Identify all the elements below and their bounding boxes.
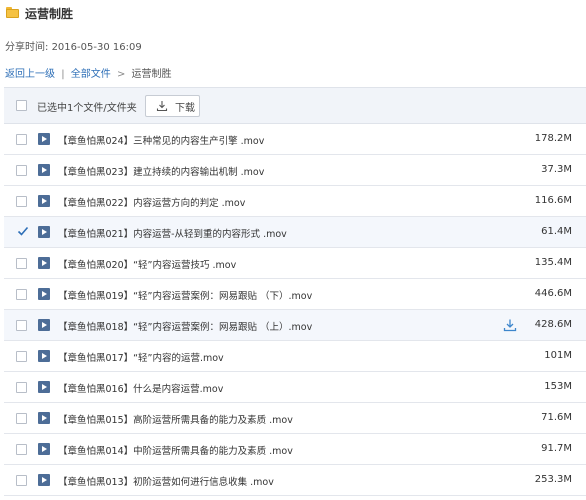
file-row[interactable]: 【章鱼怕黑013】初阶运营如何进行信息收集 .mov 253.3M <box>4 465 586 496</box>
file-name[interactable]: 【章鱼怕黑015】高阶运营所需具备的能力及素质 .mov <box>58 412 293 426</box>
back-link[interactable]: 返回上一级 <box>5 69 55 80</box>
file-size: 153M <box>544 381 572 392</box>
video-file-icon <box>38 257 50 269</box>
file-row[interactable]: 【章鱼怕黑022】内容运营方向的判定 .mov 116.6M <box>4 186 586 217</box>
video-file-icon <box>38 133 50 145</box>
file-size: 446.6M <box>534 288 572 299</box>
breadcrumb-current: 运营制胜 <box>131 69 172 80</box>
file-size: 101M <box>544 350 572 361</box>
file-name[interactable]: 【章鱼怕黑017】“轻”内容的运营.mov <box>58 350 224 364</box>
file-name[interactable]: 【章鱼怕黑022】内容运营方向的判定 .mov <box>58 195 245 209</box>
share-time-label: 分享时间: <box>5 42 49 53</box>
file-size: 71.6M <box>541 412 572 423</box>
video-file-icon <box>38 164 50 176</box>
file-row[interactable]: 【章鱼怕黑019】“轻”内容运营案例：网易跟贴 （下）.mov 446.6M <box>4 279 586 310</box>
file-row[interactable]: 【章鱼怕黑024】三种常见的内容生产引擎 .mov 178.2M <box>4 124 586 155</box>
file-checkbox[interactable] <box>16 351 27 362</box>
file-name[interactable]: 【章鱼怕黑018】“轻”内容运营案例：网易跟贴 （上）.mov <box>58 319 312 333</box>
file-checkbox[interactable] <box>16 320 27 331</box>
file-checkbox[interactable] <box>16 134 27 145</box>
file-name[interactable]: 【章鱼怕黑021】内容运营-从轻到重的内容形式 .mov <box>58 226 287 240</box>
all-files-link[interactable]: 全部文件 <box>71 69 111 80</box>
file-name[interactable]: 【章鱼怕黑014】中阶运营所需具备的能力及素质 .mov <box>58 443 293 457</box>
share-time: 分享时间: 2016-05-30 16:09 <box>5 38 142 53</box>
download-button[interactable]: 下载 <box>145 95 200 117</box>
file-size: 135.4M <box>534 257 572 268</box>
file-checkbox[interactable] <box>16 165 27 176</box>
file-checkbox[interactable] <box>16 258 27 269</box>
file-size: 428.6M <box>534 319 572 330</box>
file-name[interactable]: 【章鱼怕黑016】什么是内容运营.mov <box>58 381 223 395</box>
file-rows: 【章鱼怕黑024】三种常见的内容生产引擎 .mov 178.2M 【章鱼怕黑023】… <box>4 124 586 496</box>
video-file-icon <box>38 195 50 207</box>
folder-icon <box>6 7 19 18</box>
file-name[interactable]: 【章鱼怕黑013】初阶运营如何进行信息收集 .mov <box>58 474 274 488</box>
file-name[interactable]: 【章鱼怕黑023】建立持续的内容输出机制 .mov <box>58 164 264 178</box>
file-checkbox[interactable] <box>16 475 27 486</box>
file-row[interactable]: 【章鱼怕黑021】内容运营-从轻到重的内容形式 .mov 61.4M <box>4 217 586 248</box>
row-download-icon[interactable] <box>503 318 517 332</box>
file-list: 已选中1个文件/文件夹 下载 【章鱼怕黑024】三种常见的内容生产引擎 .mov… <box>4 87 586 496</box>
breadcrumb-separator: | <box>61 69 65 80</box>
video-file-icon <box>38 226 50 238</box>
video-file-icon <box>38 412 50 424</box>
breadcrumb-arrow: > <box>116 69 126 80</box>
file-checkbox[interactable] <box>16 413 27 424</box>
file-row[interactable]: 【章鱼怕黑018】“轻”内容运营案例：网易跟贴 （上）.mov 428.6M <box>4 310 586 341</box>
file-size: 116.6M <box>534 195 572 206</box>
share-time-value: 2016-05-30 16:09 <box>51 42 142 53</box>
file-size: 178.2M <box>534 133 572 144</box>
file-size: 37.3M <box>541 164 572 175</box>
video-file-icon <box>38 319 50 331</box>
download-icon <box>156 101 168 112</box>
video-file-icon <box>38 443 50 455</box>
file-row[interactable]: 【章鱼怕黑017】“轻”内容的运营.mov 101M <box>4 341 586 372</box>
selected-count: 已选中1个文件/文件夹 <box>37 103 137 114</box>
file-checkbox[interactable] <box>16 444 27 455</box>
video-file-icon <box>38 288 50 300</box>
video-file-icon <box>38 474 50 486</box>
breadcrumb: 返回上一级 | 全部文件 > 运营制胜 <box>5 65 172 80</box>
file-row[interactable]: 【章鱼怕黑016】什么是内容运营.mov 153M <box>4 372 586 403</box>
checkmark-icon[interactable] <box>17 225 29 237</box>
file-checkbox[interactable] <box>16 196 27 207</box>
file-checkbox[interactable] <box>16 289 27 300</box>
file-size: 61.4M <box>541 226 572 237</box>
list-header: 已选中1个文件/文件夹 下载 <box>4 88 586 124</box>
file-size: 91.7M <box>541 443 572 454</box>
file-row[interactable]: 【章鱼怕黑014】中阶运营所需具备的能力及素质 .mov 91.7M <box>4 434 586 465</box>
select-all-checkbox[interactable] <box>16 100 27 111</box>
file-size: 253.3M <box>534 474 572 485</box>
file-name[interactable]: 【章鱼怕黑024】三种常见的内容生产引擎 .mov <box>58 133 264 147</box>
file-name[interactable]: 【章鱼怕黑019】“轻”内容运营案例：网易跟贴 （下）.mov <box>58 288 312 302</box>
title-bar: 运营制胜 <box>0 0 586 28</box>
file-checkbox[interactable] <box>16 382 27 393</box>
file-row[interactable]: 【章鱼怕黑015】高阶运营所需具备的能力及素质 .mov 71.6M <box>4 403 586 434</box>
page-title: 运营制胜 <box>25 7 74 21</box>
file-name[interactable]: 【章鱼怕黑020】“轻”内容运营技巧 .mov <box>58 257 236 271</box>
download-button-label: 下载 <box>175 102 195 114</box>
file-row[interactable]: 【章鱼怕黑020】“轻”内容运营技巧 .mov 135.4M <box>4 248 586 279</box>
video-file-icon <box>38 350 50 362</box>
video-file-icon <box>38 381 50 393</box>
file-row[interactable]: 【章鱼怕黑023】建立持续的内容输出机制 .mov 37.3M <box>4 155 586 186</box>
